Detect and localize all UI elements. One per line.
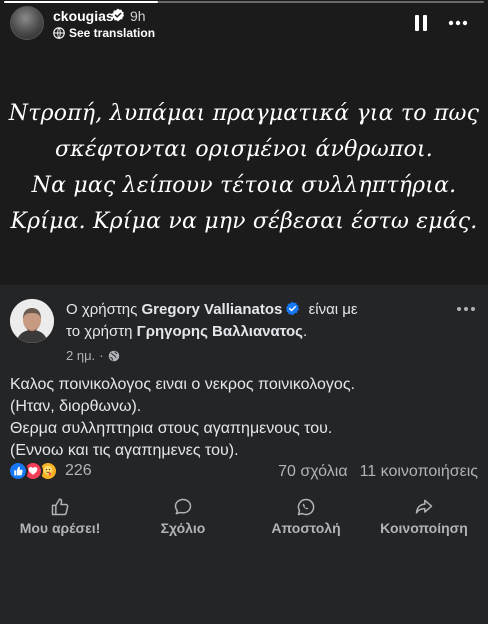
comment-button[interactable]: Σχόλιο — [123, 497, 243, 536]
comment-label: Σχόλιο — [160, 520, 206, 536]
post-actions-bar: Μου αρέσει! Σχόλιο Αποστολή Κοινοποίηση — [0, 497, 488, 547]
reactions-summary[interactable]: 226 — [8, 461, 92, 481]
see-translation-link[interactable]: See translation — [53, 26, 155, 40]
share-label: Κοινοποίηση — [380, 520, 468, 536]
more-icon[interactable] — [448, 14, 468, 32]
share-button[interactable]: Κοινοποίηση — [364, 497, 484, 536]
post-body-line: Καλος ποινικολογος ειναι ο νεκρος ποινικ… — [10, 376, 355, 393]
caption-line: Να μας λείπουν τέτοια συλληπτήρια. — [31, 173, 457, 198]
story-username[interactable]: ckougias — [53, 8, 114, 24]
header-prefix: Ο χρήστης — [66, 301, 138, 318]
like-button[interactable]: Μου αρέσει! — [0, 497, 120, 536]
thumbs-up-icon — [51, 498, 69, 516]
meta-dot: · — [99, 348, 104, 363]
reaction-count: 226 — [65, 462, 92, 479]
whatsapp-icon — [297, 498, 315, 516]
send-button[interactable]: Αποστολή — [246, 497, 366, 536]
story-caption: Ντροπή, λυπάμαι πραγματικά για το πως σκ… — [0, 96, 488, 240]
translate-icon — [53, 27, 65, 39]
story-progress-fill — [4, 1, 158, 3]
verified-badge-icon — [286, 301, 300, 316]
author-photo — [10, 299, 54, 343]
header-end: . — [302, 323, 308, 340]
like-label: Μου αρέσει! — [19, 520, 101, 536]
caption-line: σκέφτονται ορισμένοι άνθρωποι. — [55, 137, 433, 162]
post-body-line: (Ηταν, διορθωνω). — [10, 398, 142, 415]
shares-count[interactable]: 11 κοινοποιήσεις — [360, 463, 478, 480]
story-avatar[interactable] — [10, 6, 44, 40]
post-author-avatar[interactable] — [10, 299, 54, 343]
caption-line: Ντροπή, λυπάμαι πραγματικά για το πως — [8, 101, 480, 126]
post-more-icon[interactable] — [456, 305, 476, 313]
shared-post-card: Ο χρήστης Gregory Vallianatos είναι με τ… — [0, 285, 488, 624]
comments-count[interactable]: 70 σχόλια — [278, 463, 347, 480]
story-header: ckougias 9h See translation — [0, 4, 488, 44]
post-header-line-2: το χρήστη Γρηγορης Βαλλιανατος. — [66, 323, 307, 340]
pause-icon[interactable] — [414, 14, 428, 32]
send-label: Αποστολή — [271, 520, 341, 536]
story-time: 9h — [130, 8, 146, 24]
post-author-name[interactable]: Gregory Vallianatos — [142, 301, 283, 318]
post-body-line: Θερμα συλληπτηρια στους αγαπημενους του. — [10, 420, 333, 437]
post-body: Καλος ποινικολογος ειναι ο νεκρος ποινικ… — [10, 374, 480, 462]
globe-icon — [108, 350, 119, 361]
share-arrow-icon — [415, 499, 433, 514]
post-stats: 70 σχόλια 11 κοινοποιήσεις — [278, 463, 478, 481]
story-progress-bar — [4, 1, 484, 3]
header-mid: είναι με — [308, 301, 358, 318]
post-age[interactable]: 2 ημ. — [66, 348, 95, 363]
caption-line: Κρίμα. Κρίμα να μην σέβεσαι έστω εμάς. — [10, 209, 478, 234]
see-translation-label: See translation — [69, 26, 156, 40]
post-body-line: (Εννοω και τις αγαπημενες του). — [10, 442, 239, 459]
post-header-line-1: Ο χρήστης Gregory Vallianatos είναι με — [66, 301, 358, 318]
header-prefix-2: το χρήστη — [66, 323, 133, 340]
tagged-user-name[interactable]: Γρηγορης Βαλλιανατος — [137, 323, 303, 340]
verified-badge-icon — [111, 8, 125, 22]
like-reaction-icon — [8, 461, 28, 481]
comment-bubble-icon — [174, 498, 192, 515]
post-meta: 2 ημ. · — [66, 348, 120, 363]
